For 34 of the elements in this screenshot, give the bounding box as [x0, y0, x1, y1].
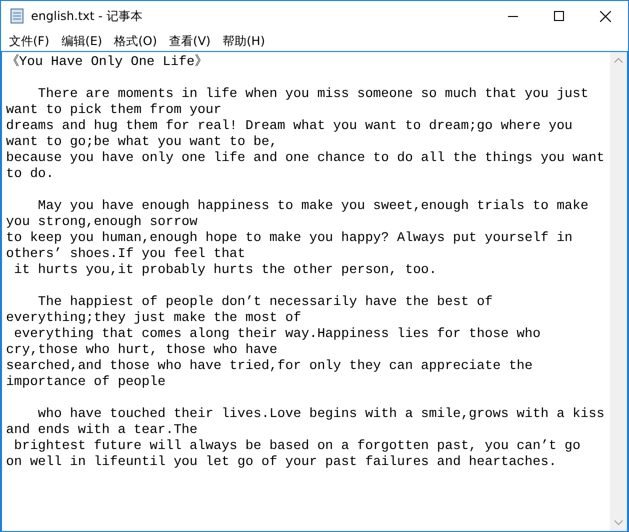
text-line: others’ shoes.If you feel that: [6, 246, 246, 262]
text-line: importance of people: [6, 374, 166, 390]
text-line: to do.: [6, 166, 54, 182]
window-title: english.txt - 记事本: [31, 8, 144, 24]
vertical-scrollbar[interactable]: [610, 52, 627, 531]
text-line: dreams and hug them for real! Dream what you want to dream;go where you: [6, 118, 573, 134]
text-line: May you have enough happiness to make you sweet,enough trials to make: [36, 198, 588, 214]
text-line: who have touched their lives.Love begins with a smile,grows with a kiss: [36, 406, 604, 422]
menu-item[interactable]: 帮助(H): [216, 32, 271, 50]
text-line: want to go;be what you want to be,: [6, 134, 278, 150]
text-line: searched,and those who have tried,for only they can appreciate the: [6, 358, 533, 374]
text-line: it hurts you,it probably hurts the other person, too.: [12, 262, 437, 278]
close-icon: [600, 10, 610, 22]
scroll-down-icon[interactable]: [614, 520, 623, 526]
scroll-up-icon[interactable]: [614, 57, 623, 63]
text-line: brightest future will always be based on a forgotten past, you can’t go: [12, 438, 581, 454]
maximize-icon: [554, 11, 564, 21]
text-line: and ends with a tear.The: [6, 422, 198, 438]
text-line: 《You Have Only One Life》: [6, 54, 208, 70]
text-line: everything;they just make the most of: [6, 310, 302, 326]
menu-item[interactable]: 格式(O): [108, 32, 164, 50]
text-line: everything that comes along their way.Happiness lies for those who: [12, 326, 541, 342]
text-line: cry,those who hurt, those who have: [6, 342, 278, 358]
text-line: because you have only one life and one chance to do all the things you want: [6, 150, 604, 166]
text-line: on well in lifeuntil you let go of your past failures and heartaches.: [6, 454, 557, 470]
menu-item[interactable]: 文件(F): [3, 32, 56, 50]
text-line: The happiest of people don’t necessarily have the best of: [36, 294, 493, 310]
text-line: want to pick them from your: [6, 102, 222, 118]
text-line: There are moments in life when you miss someone so much that you just: [36, 86, 588, 102]
notepad-icon: [9, 8, 25, 24]
text-line: to keep you human,enough hope to make you happy? Always put yourself in: [6, 230, 573, 246]
menu-item[interactable]: 查看(V): [163, 32, 217, 50]
menu-item[interactable]: 编辑(E): [55, 32, 108, 50]
text-line: you strong,enough sorrow: [6, 214, 198, 230]
